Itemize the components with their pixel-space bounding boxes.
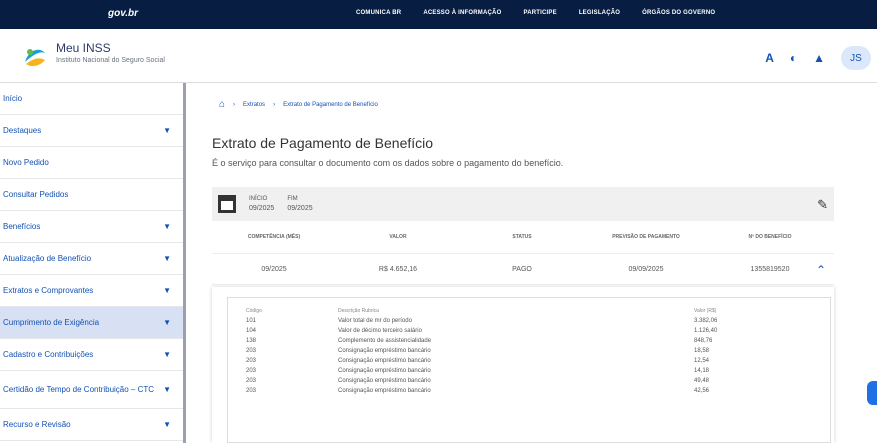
cell-previsao: 09/09/2025 [628,265,664,273]
chevron-down-icon: ▼ [163,318,171,327]
breadcrumb: ⌂ › Extratos › Extrato de Pagamento de B… [219,99,378,110]
sidebar-item-label: Destaques [3,126,42,135]
sidebar-item-destaques[interactable]: Destaques ▼ [0,115,183,147]
chevron-down-icon: ▼ [163,350,171,359]
detail-row: 101 Valor total de mr do período 3.382,06 [246,318,718,324]
contrast-icon[interactable]: ◐ [790,51,797,65]
app-title: Meu INSS [56,41,111,55]
breadcrumb-extratos[interactable]: Extratos [243,102,265,108]
sidebar-item-label: Certidão de Tempo de Contribuição – CTC [3,385,155,394]
sidebar-item-inicio[interactable]: Início [0,83,183,115]
sidebar-item-label: Início [3,94,23,103]
chevron-down-icon: ▼ [163,286,171,295]
detail-card: Código Descrição Rubrica Valor (R$) 101 Val… [212,287,834,443]
sidebar-item-label: Benefícios [3,222,41,231]
gov-top-bar: gov.br COMUNICA BR ACESSO À INFORMAÇÃO P… [0,0,877,29]
cell-valor: R$ 4.652,16 [378,265,418,273]
sidebar-item-cadastro[interactable]: Cadastro e Contribuições ▼ [0,339,183,371]
sidebar-item-beneficios[interactable]: Benefícios ▼ [0,211,183,243]
detail-row: 104 Valor de décimo terceiro salário 1.126… [246,328,718,334]
sidebar-item-label: Recurso e Revisão [3,420,71,429]
detail-panel: Código Descrição Rubrica Valor (R$) 101 Val… [227,297,831,443]
gov-link-legislacao[interactable]: LEGISLAÇÃO [579,10,620,16]
cell-beneficio: 1355819520 [750,265,790,273]
column-valor: VALOR [389,234,407,240]
sidebar-item-atualizacao[interactable]: Atualização de Benefício ▼ [0,243,183,275]
period-end-value: 09/2025 [287,205,313,212]
period-end: FIM 09/2025 [287,196,313,212]
sidebar-item-exigencia[interactable]: Cumprimento de Exigência ▼ [0,307,183,339]
page-title: Extrato de Pagamento de Benefício [212,135,434,151]
sidebar-item-label: Atualização de Benefício [3,254,92,263]
breadcrumb-separator: › [233,101,236,108]
chevron-down-icon: ▼ [163,254,171,263]
gov-link-orgaos[interactable]: ÓRGÃOS DO GOVERNO [642,10,715,16]
sidebar-item-label: Extratos e Comprovantes [3,286,94,295]
period-start: INÍCIO 09/2025 [249,196,275,212]
sidebar-menu: Início Destaques ▼ Novo Pedido Consultar … [0,83,186,443]
detail-row: 203 Consignação empréstimo bancário 14,18 [246,368,710,374]
period-start-value: 09/2025 [249,205,275,212]
column-status: STATUS [512,234,532,240]
table-row[interactable]: 09/2025 R$ 4.652,16 PAGO 09/09/2025 1355… [212,253,834,285]
gov-links: COMUNICA BR ACESSO À INFORMAÇÃO PARTICIP… [356,10,715,16]
home-icon[interactable]: ⌂ [219,99,225,110]
detail-row: 138 Complemento de assistencialidade 848,7… [246,338,713,344]
main-content: ⌂ › Extratos › Extrato de Pagamento de B… [189,83,877,443]
chevron-down-icon: ▼ [163,222,171,231]
gov-link-acesso[interactable]: ACESSO À INFORMAÇÃO [423,10,501,16]
header-tools: A ◐ ▲ JS [765,46,871,70]
floating-action-tab[interactable] [867,381,877,405]
sidebar-item-label: Consultar Pedidos [3,190,69,199]
breadcrumb-separator: › [273,101,276,108]
chevron-up-icon[interactable]: ⌃ [816,263,826,277]
edit-icon[interactable]: ✎ [817,197,828,213]
sidebar-item-label: Cumprimento de Exigência [3,318,100,327]
cell-status: PAGO [512,265,532,273]
breadcrumb-current: Extrato de Pagamento de Benefício [283,101,378,108]
chevron-down-icon: ▼ [163,126,171,135]
column-competencia: COMPETÊNCIA (MÊS) [247,234,301,240]
sidebar-item-ctc[interactable]: Certidão de Tempo de Contribuição – CTC ▼ [0,371,183,409]
notification-icon[interactable]: ▲ [813,51,825,65]
detail-lines: Código Descrição Rubrica Valor (R$) 101 Val… [246,308,764,398]
sidebar-item-label: Novo Pedido [3,158,49,167]
sidebar-item-consultar-pedidos[interactable]: Consultar Pedidos [0,179,183,211]
gov-link-comunica[interactable]: COMUNICA BR [356,10,401,16]
page-description: É o serviço para consultar o documento c… [212,158,564,168]
table-header: COMPETÊNCIA (MÊS) VALOR STATUS PREVISÃO … [212,227,834,247]
gov-logo[interactable]: gov.br [108,8,138,19]
calendar-icon [218,195,236,213]
detail-row: 203 Consignação empréstimo bancário 18,58 [246,348,710,354]
period-bar: INÍCIO 09/2025 FIM 09/2025 ✎ [212,187,834,221]
detail-row: 203 Consignação empréstimo bancário 12,54 [246,358,710,364]
app-subtitle: Instituto Nacional do Seguro Social [56,57,165,64]
sidebar-item-extratos[interactable]: Extratos e Comprovantes ▼ [0,275,183,307]
detail-row: 203 Consignação empréstimo bancário 42,56 [246,388,710,394]
sidebar-item-novo-pedido[interactable]: Novo Pedido [0,147,183,179]
font-size-icon[interactable]: A [765,51,774,65]
app-header: Meu INSS Instituto Nacional do Seguro So… [0,29,877,83]
gov-link-participe[interactable]: PARTICIPE [523,10,556,16]
column-beneficio: Nº DO BENEFÍCIO [748,234,792,240]
chevron-down-icon: ▼ [163,420,171,429]
column-previsao: PREVISÃO DE PAGAMENTO [612,234,680,240]
cell-competencia: 09/2025 [261,265,287,273]
sidebar-item-label: Cadastro e Contribuições [3,350,94,359]
chevron-down-icon: ▼ [163,385,171,394]
detail-row: 203 Consignação empréstimo bancário 49,48 [246,378,710,384]
sidebar-item-recurso[interactable]: Recurso e Revisão ▼ [0,409,183,441]
detail-header: Código Descrição Rubrica Valor (R$) [246,308,717,314]
user-avatar[interactable]: JS [841,46,871,70]
inss-logo-icon [25,49,45,67]
